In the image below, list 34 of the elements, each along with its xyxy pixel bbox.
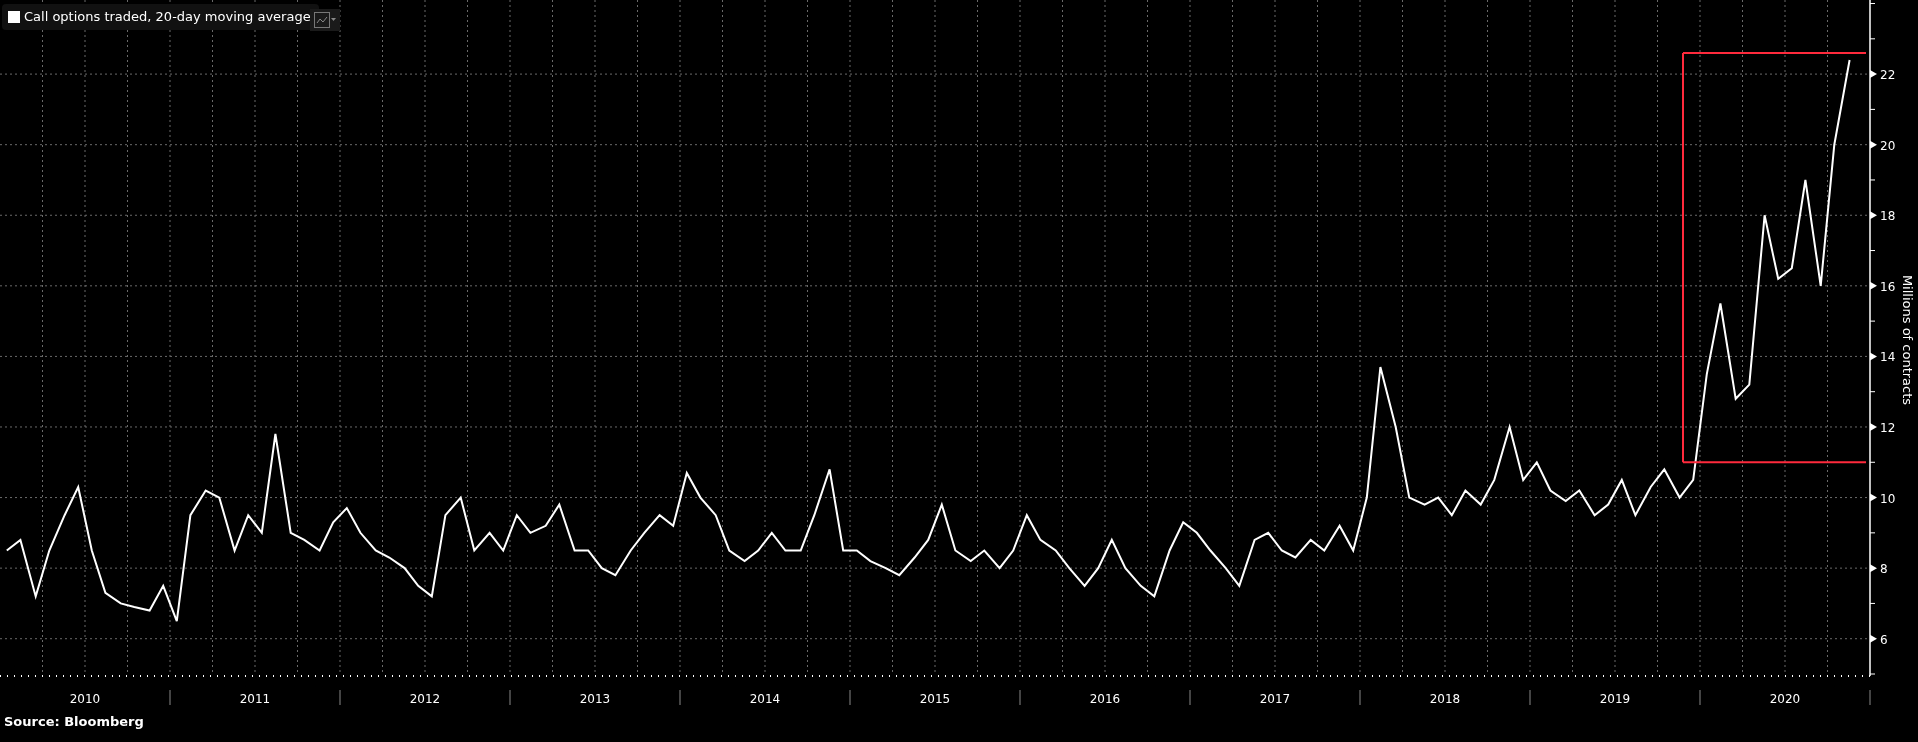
- y-tick-label: 10: [1880, 491, 1896, 506]
- y-tick-label: 6: [1880, 632, 1888, 647]
- x-tick-label: 2019: [1599, 692, 1631, 706]
- y-tick-label: 20: [1880, 138, 1896, 153]
- x-tick-label: 2018: [1429, 692, 1461, 706]
- x-tick-label: 2011: [239, 692, 271, 706]
- y-axis-title: Millions of contracts: [1900, 274, 1915, 406]
- x-tick-label: 2020: [1769, 692, 1801, 706]
- tick-marker-icon: [1870, 493, 1877, 502]
- tick-marker-icon: [1870, 634, 1877, 643]
- tick-marker-icon: [1870, 564, 1877, 573]
- tick-marker-icon: [1870, 211, 1877, 220]
- x-tick-label: 2012: [409, 692, 441, 706]
- y-tick-label: 14: [1880, 350, 1896, 365]
- x-tick-label: 2013: [579, 692, 611, 706]
- y-tick-label: 16: [1880, 279, 1896, 294]
- x-tick-label: 2014: [749, 692, 781, 706]
- tick-marker-icon: [1870, 70, 1877, 79]
- y-tick-label: 22: [1880, 68, 1896, 83]
- y-tick-label: 18: [1880, 209, 1896, 224]
- x-tick-label: 2015: [919, 692, 951, 706]
- y-tick-label: 12: [1880, 421, 1896, 435]
- chart-type-button[interactable]: [310, 9, 340, 31]
- x-tick-label: 2010: [69, 692, 101, 706]
- tick-marker-icon: [1870, 140, 1877, 149]
- tick-marker-icon: [1870, 423, 1877, 431]
- source-note: Source: Bloomberg: [3, 714, 145, 729]
- line-chart-icon: [314, 12, 336, 28]
- tick-marker-icon: [1870, 352, 1877, 361]
- y-tick-label: 8: [1880, 562, 1888, 577]
- tick-marker-icon: [1870, 281, 1877, 290]
- x-tick-label: 2017: [1259, 692, 1291, 706]
- x-tick-label: 2016: [1089, 692, 1121, 706]
- legend-label: Call options traded, 20-day moving average: [24, 9, 311, 24]
